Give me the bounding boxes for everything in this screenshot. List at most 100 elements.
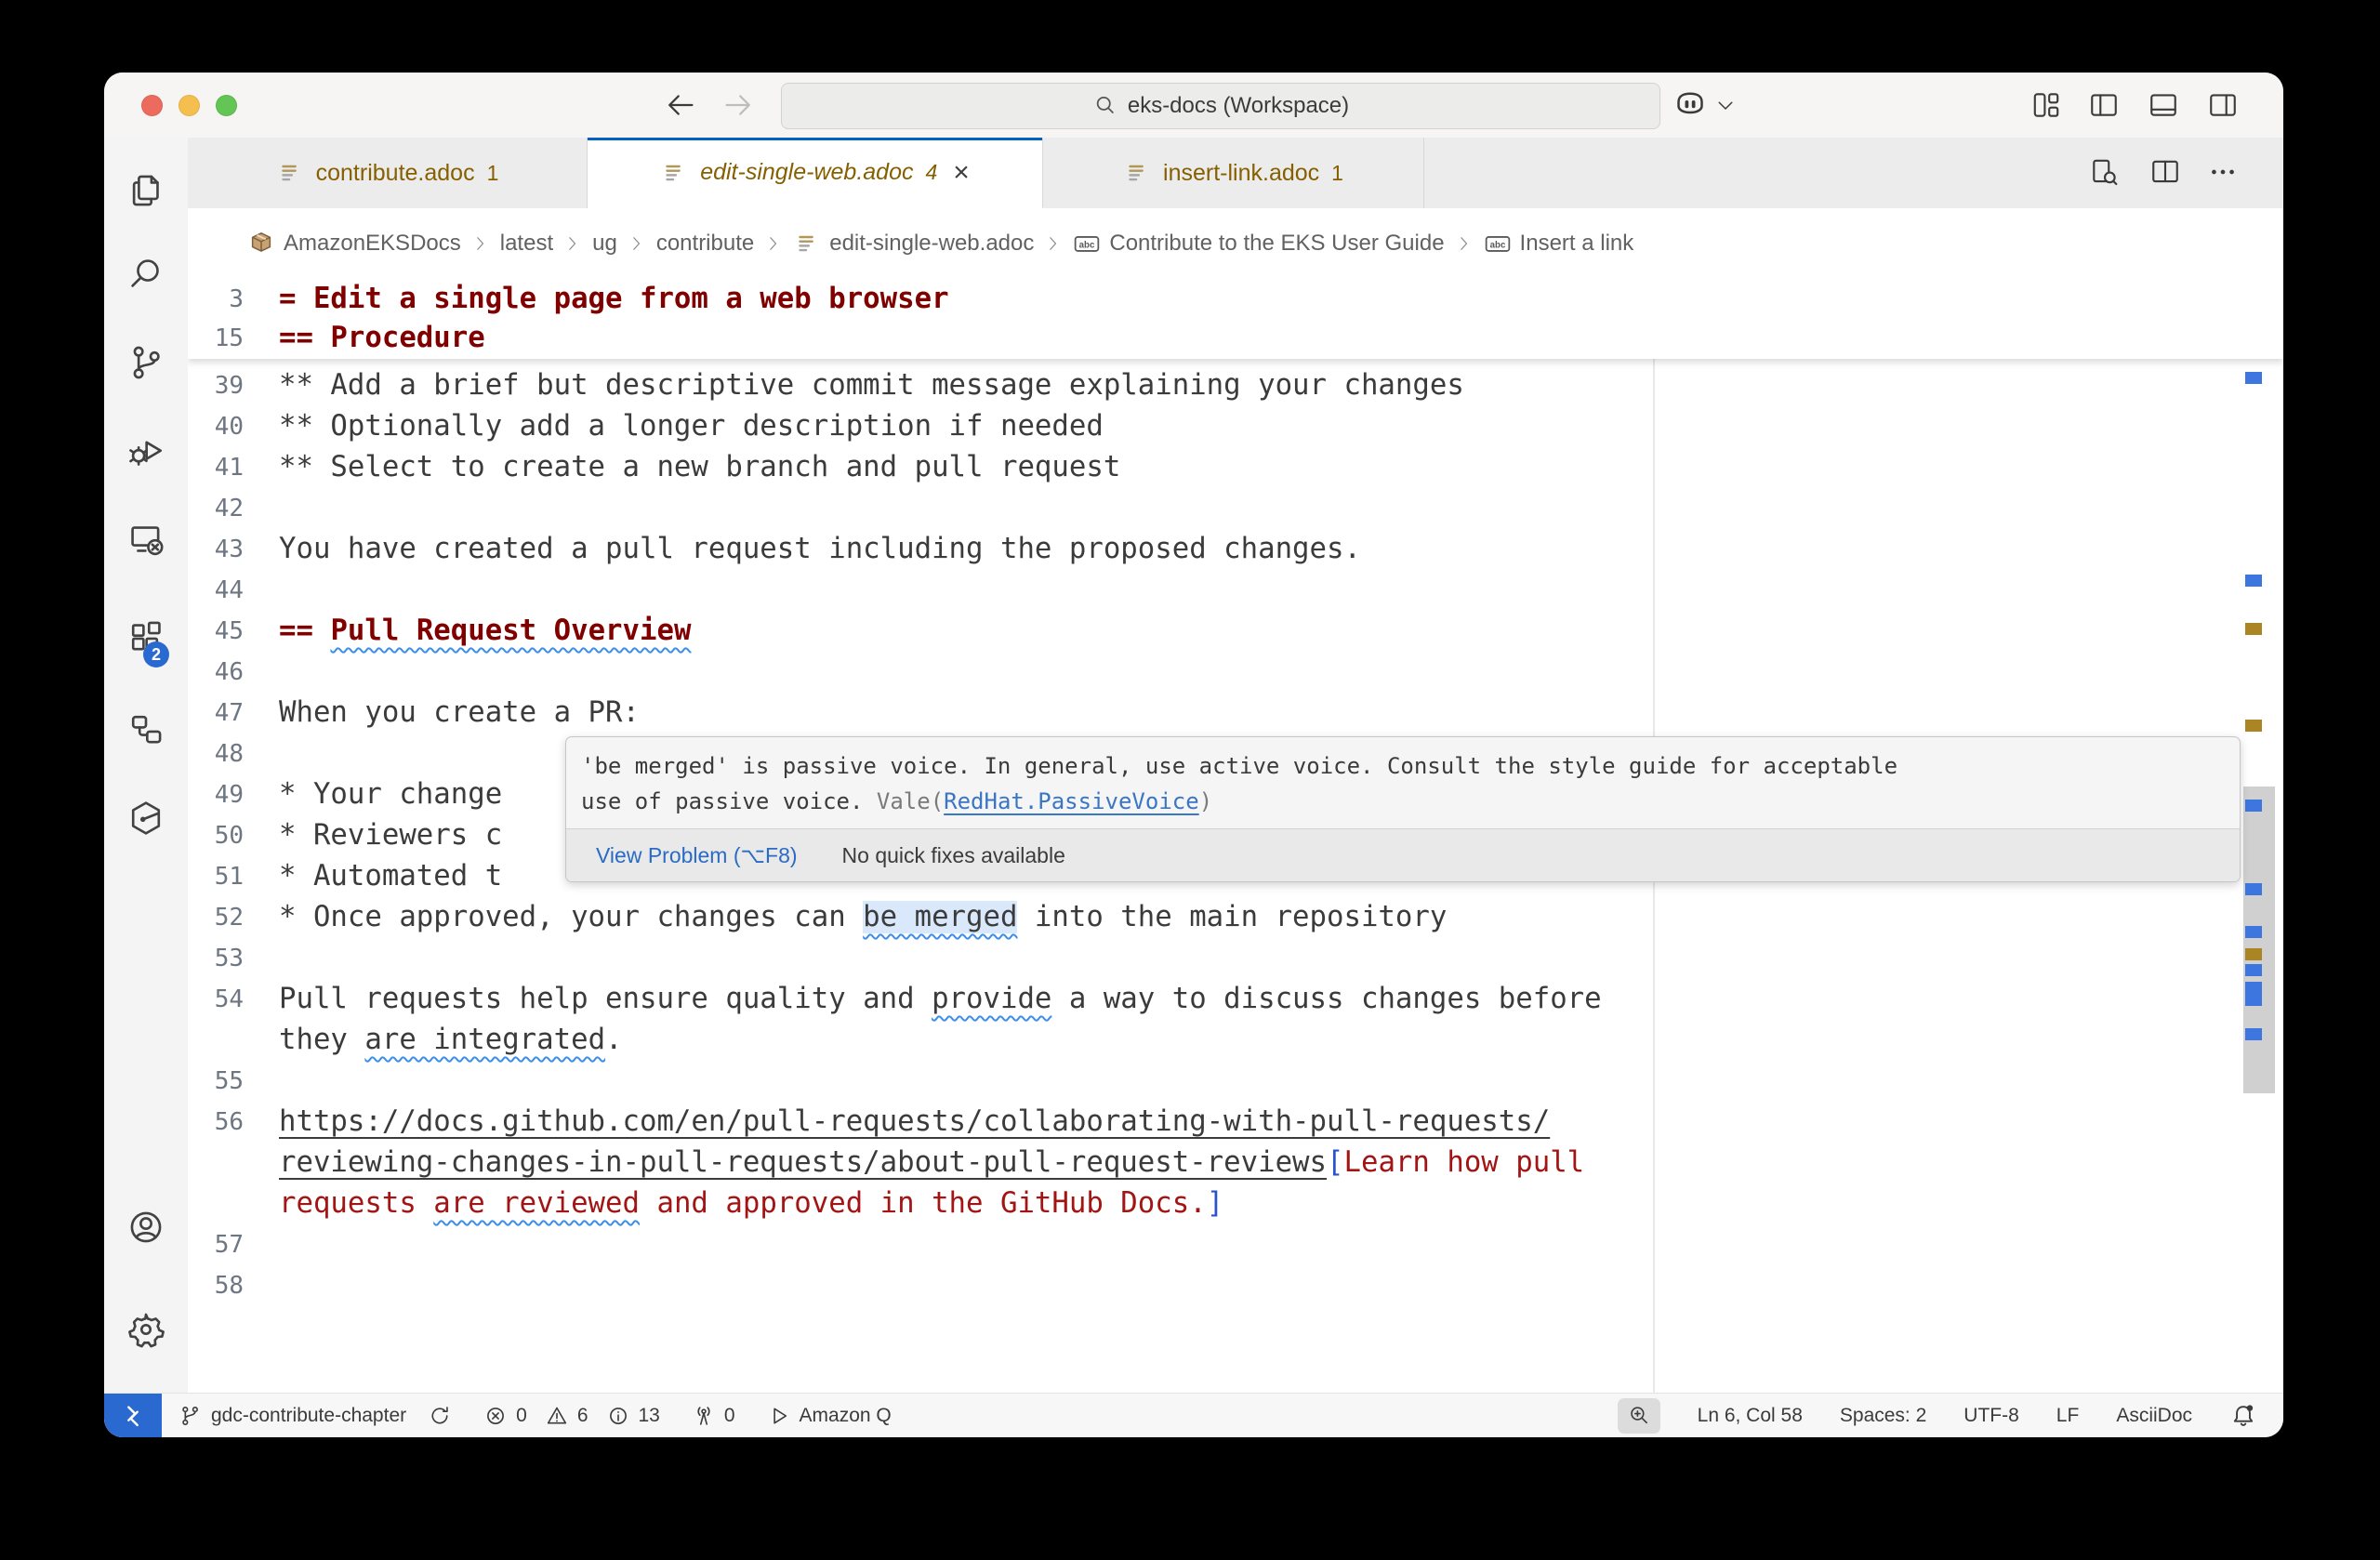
problems-status-item[interactable]: 0 6 13 [483,1404,660,1428]
code-line-44[interactable]: 44 [188,570,2283,611]
activity-explorer-icon[interactable] [126,171,165,210]
status-indentation[interactable]: Spaces: 2 [1840,1405,1926,1427]
branch-status-item[interactable]: gdc-contribute-chapter [178,1404,452,1428]
breadcrumb-item[interactable]: contribute [656,231,754,257]
command-center-search[interactable]: eks-docs (Workspace) [781,83,1660,129]
activity-search-icon[interactable] [126,255,165,294]
activity-aws-toolkit-icon[interactable] [126,799,165,838]
close-tab-icon[interactable]: × [953,159,970,187]
activity-account-icon[interactable] [126,1208,165,1247]
line-content: requests are reviewed and approved in th… [279,1183,1223,1224]
code-line-54[interactable]: 54Pull requests help ensure quality and … [188,979,2283,1020]
open-preview-icon[interactable] [2089,156,2121,188]
toggle-panel-icon[interactable] [2148,89,2179,121]
code-line-40[interactable]: 40** Optionally add a longer description… [188,406,2283,447]
sync-icon[interactable] [428,1404,452,1428]
breadcrumb-item[interactable]: edit-single-web.adoc [793,230,1034,258]
activity-flow-boxes-icon[interactable] [126,710,165,749]
split-editor-icon[interactable] [2149,156,2181,188]
activity-bar: 2 [104,138,189,1393]
ports-status-item[interactable]: 0 [692,1404,735,1428]
line-content: reviewing-changes-in-pull-requests/about… [279,1143,1584,1183]
breadcrumb-item[interactable]: ug [592,231,617,257]
code-line-57[interactable]: 57 [188,1224,2283,1265]
status-cursor-position[interactable]: Ln 6, Col 58 [1698,1405,1803,1427]
view-problem-button[interactable]: View Problem (⌥F8) [596,843,798,868]
minimize-window-button[interactable] [178,95,200,116]
activity-source-control-icon[interactable] [126,343,165,382]
overview-info-marker [2245,926,2262,938]
status-eol[interactable]: LF [2056,1405,2080,1427]
tab-contribute.adoc[interactable]: contribute.adoc1 [188,138,588,208]
breadcrumb-label: Insert a link [1520,231,1634,257]
breadcrumb-item[interactable]: abcInsert a link [1484,230,1634,258]
close-window-button[interactable] [141,95,163,116]
code-segment: a way to discuss changes before [1051,983,1601,1015]
activity-run-debug-icon[interactable] [126,431,165,470]
copilot-icon[interactable] [1672,86,1709,124]
navigate-forward-icon[interactable] [721,88,755,122]
code-segment: they [279,1024,364,1056]
search-icon [1092,93,1118,119]
line-content: * Once approved, your changes can be mer… [279,897,1447,938]
svg-text:abc: abc [1079,240,1095,250]
zoom-window-button[interactable] [216,95,237,116]
navigate-back-icon[interactable] [664,88,697,122]
toggle-primary-sidebar-icon[interactable] [2088,89,2120,121]
code-line-53[interactable]: 53 [188,938,2283,979]
code-line-46[interactable]: 46 [188,652,2283,693]
overview-info-marker [2245,964,2262,976]
notifications-bell-icon[interactable] [2229,1402,2257,1430]
chevron-right-icon [1455,234,1474,253]
code-line-41[interactable]: 41** Select to create a new branch and p… [188,447,2283,488]
amazon-q-status-item[interactable]: Amazon Q [767,1404,892,1428]
overview-info-marker [2245,800,2262,812]
tab-insert-link.adoc[interactable]: insert-link.adoc1 [1043,138,1424,208]
code-segment: into the main repository [1017,901,1447,933]
line-content: * Automated t [279,856,502,897]
activity-settings-gear-icon[interactable] [126,1310,165,1349]
line-content: they are integrated. [279,1020,623,1061]
code-line-42[interactable]: 42 [188,488,2283,529]
remote-indicator[interactable] [104,1394,162,1437]
line-number: 42 [188,488,244,529]
code-segment: ** Add a brief but descriptive commit me… [279,369,1464,402]
chevron-right-icon [563,234,582,253]
more-actions-icon[interactable] [2207,156,2239,188]
toggle-secondary-sidebar-icon[interactable] [2207,89,2239,121]
code-line-wrap[interactable]: reviewing-changes-in-pull-requests/about… [188,1143,2283,1183]
status-encoding[interactable]: UTF-8 [1964,1405,2019,1427]
code-line-wrap[interactable]: they are integrated. [188,1020,2283,1061]
code-line-45[interactable]: 45== Pull Request Overview [188,611,2283,652]
code-segment: provide [932,983,1051,1015]
scrollbar-slider[interactable] [2243,787,2275,1093]
code-line-39[interactable]: 39** Add a brief but descriptive commit … [188,365,2283,406]
activity-remote-explorer-icon[interactable] [126,520,165,559]
extensions-badge: 2 [143,641,169,668]
customize-layout-icon[interactable] [2030,89,2062,121]
code-line-52[interactable]: 52* Once approved, your changes can be m… [188,897,2283,938]
vale-rule-link[interactable]: RedHat.PassiveVoice [944,788,1199,814]
code-line-3[interactable]: 3= Edit a single page from a web browser [188,280,2283,319]
code-segment: and approved in the GitHub Docs. [640,1187,1207,1220]
tab-edit-single-web.adoc[interactable]: edit-single-web.adoc4× [588,138,1043,208]
breadcrumb-item[interactable]: latest [500,231,553,257]
command-center-label: eks-docs (Workspace) [1128,93,1349,119]
code-line-58[interactable]: 58 [188,1265,2283,1306]
package-icon [247,230,275,258]
code-line-15[interactable]: 15== Procedure [188,319,2283,358]
code-line-wrap[interactable]: requests are reviewed and approved in th… [188,1183,2283,1224]
breadcrumb: AmazonEKSDocs latest ug contribute edit-sing… [188,208,2283,279]
breadcrumb-item[interactable]: abcContribute to the EKS User Guide [1073,230,1444,258]
chevron-down-icon[interactable] [1714,95,1737,117]
breadcrumb-item[interactable]: AmazonEKSDocs [247,230,461,258]
code-line-43[interactable]: 43You have created a pull request includ… [188,529,2283,570]
code-line-56[interactable]: 56https://docs.github.com/en/pull-reques… [188,1102,2283,1143]
zoom-indicator[interactable] [1618,1398,1660,1434]
status-language-mode[interactable]: AsciiDoc [2116,1405,2192,1427]
code-line-47[interactable]: 47When you create a PR: [188,693,2283,734]
breadcrumb-label: edit-single-web.adoc [829,231,1034,257]
code-segment: * Your change [279,778,502,811]
editor[interactable]: 39** Add a brief but descriptive commit … [188,279,2283,1393]
code-line-55[interactable]: 55 [188,1061,2283,1102]
